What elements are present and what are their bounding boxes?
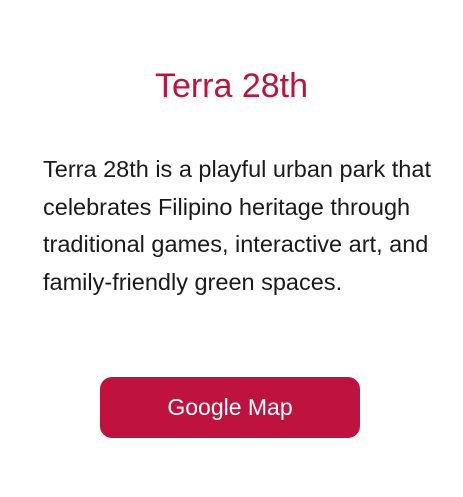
place-description: Terra 28th is a playful urban park that …: [43, 156, 431, 295]
place-card: Terra 28th Terra 28th is a playful urban…: [0, 0, 463, 497]
google-map-button[interactable]: Google Map: [100, 377, 360, 438]
place-title: Terra 28th: [154, 67, 309, 105]
